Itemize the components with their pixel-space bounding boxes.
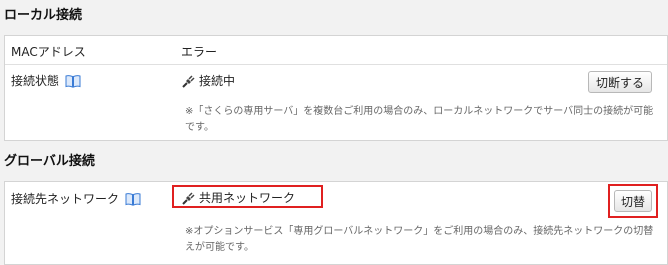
plug-icon [181,73,197,89]
global-connection-title: グローバル接続 [4,154,95,169]
book-icon[interactable] [65,74,81,88]
network-value-wrap: 共用ネットワーク [181,189,295,206]
plug-icon [181,190,197,206]
local-note: ※「さくらの専用サーバ」を複数台ご利用の場合のみ、ローカルネットワークでサーバ同… [185,104,661,136]
network-label-wrap: 接続先ネットワーク [11,190,141,207]
row-divider [5,64,667,65]
mac-address-label: MACアドレス [11,45,86,59]
global-note: ※オプションサービス「専用グローバルネットワーク」をご利用の場合のみ、接続先ネッ… [185,224,661,256]
switch-network-button[interactable]: 切替 [614,190,652,212]
connection-status-label: 接続状態 [11,74,60,88]
network-label: 接続先ネットワーク [11,192,120,206]
connection-status-value-wrap: 接続中 [181,72,235,89]
local-note-line1: ※「さくらの専用サーバ」を複数台ご利用の場合のみ、ローカルネットワークでサーバ同… [185,106,654,117]
book-icon[interactable] [125,192,141,206]
global-note-line2: えが可能です。 [185,242,254,253]
mac-address-value: エラー [181,45,218,59]
local-connection-title: ローカル接続 [4,8,83,23]
local-note-line2: です。 [185,122,214,133]
connection-status-value: 接続中 [199,74,236,88]
global-note-line1: ※オプションサービス「専用グローバルネットワーク」をご利用の場合のみ、接続先ネッ… [185,226,654,237]
global-connection-panel: 接続先ネットワーク 共用ネットワーク 切替 ※オプションサービス「専用グローバル… [4,181,668,265]
network-value: 共用ネットワーク [199,191,296,205]
disconnect-button[interactable]: 切断する [588,71,652,93]
connection-status-label-wrap: 接続状態 [11,72,81,89]
local-connection-panel: MACアドレス エラー 接続状態 接続中 切断する ※「さくらの専用サーバ」を複… [4,35,668,141]
